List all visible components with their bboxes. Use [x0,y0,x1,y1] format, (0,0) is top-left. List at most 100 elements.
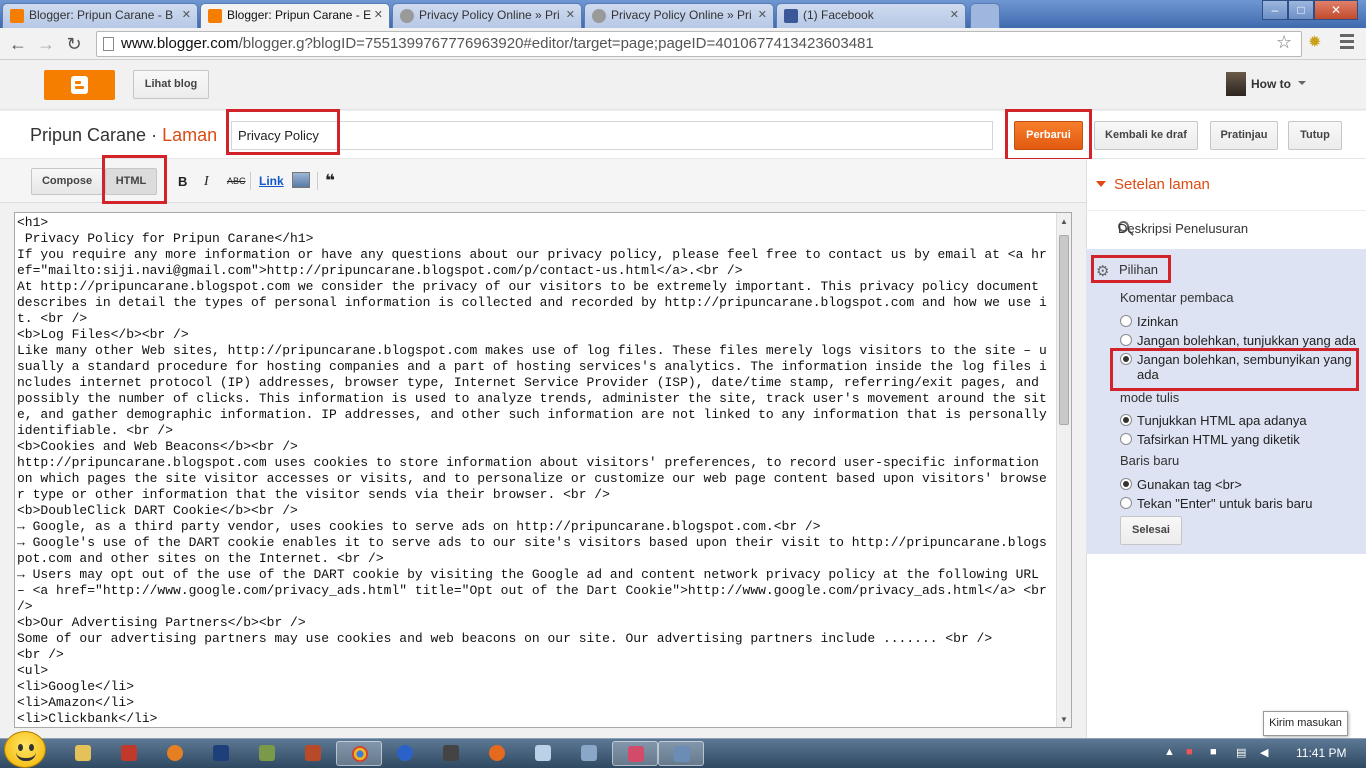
back-arrow-icon[interactable]: ← [6,33,30,55]
strikethrough-button[interactable]: ABC [227,176,246,186]
tray-expand-icon[interactable]: ▲ [1164,746,1175,758]
html-code-editor[interactable]: <h1> Privacy Policy for Pripun Carane</h… [14,212,1072,728]
toolbar-divider [250,172,251,190]
italic-button[interactable]: I [204,174,209,190]
new-tab-button[interactable] [970,3,1000,28]
taskbar-clock[interactable]: 11:41 PM [1296,746,1346,760]
gear-icon: ⚙ [1096,263,1110,280]
browser-tab-3[interactable]: Privacy Policy Online » Pri ✕ [392,3,582,28]
reload-icon[interactable]: ↻ [62,33,86,55]
done-button[interactable]: Selesai [1120,516,1182,545]
close-window-button[interactable]: ✕ [1314,0,1358,20]
caret-down-icon [1096,181,1106,187]
explorer-taskbar-icon[interactable] [60,741,106,766]
radio-show-html[interactable] [1120,414,1132,426]
compose-mode-button[interactable]: Compose [31,168,103,195]
preview-button[interactable]: Pratinjau [1210,121,1278,150]
blogger-favicon-icon [208,9,222,23]
quote-icon[interactable]: ❝ [325,171,335,191]
option-label: Gunakan tag <br> [1137,477,1242,492]
globe-favicon-icon [400,9,414,23]
volume-icon[interactable]: ◀ [1260,746,1268,759]
blogger-b-icon [71,76,88,94]
compose-mode-label: mode tulis [1120,390,1180,405]
option-label: Jangan bolehkan, tunjukkan yang ada [1137,333,1357,348]
browser-tab-5[interactable]: (1) Facebook ✕ [776,3,966,28]
send-feedback-button[interactable]: Kirim masukan [1263,711,1348,736]
scroll-up-icon[interactable]: ▲ [1060,217,1068,226]
radio-disallow-hide-comments[interactable] [1120,353,1132,365]
radio-interpret-html[interactable] [1120,433,1132,445]
option-label: Tunjukkan HTML apa adanya [1137,413,1307,428]
app-taskbar-icon[interactable] [428,741,474,766]
scroll-down-icon[interactable]: ▼ [1060,715,1068,724]
scrollbar-thumb[interactable] [1059,235,1069,425]
globe-favicon-icon [592,9,606,23]
app-taskbar-icon[interactable] [566,741,612,766]
option-label: Jangan bolehkan, sembunyikan yang ada [1137,352,1352,382]
forward-arrow-icon[interactable]: → [34,33,58,55]
page-icon [103,37,114,51]
html-code-content: <h1> Privacy Policy for Pripun Carane</h… [17,215,1047,726]
avatar [1226,72,1246,96]
link-button[interactable]: Link [259,174,284,188]
photoshop-taskbar-icon[interactable] [198,741,244,766]
browser-tab-4[interactable]: Privacy Policy Online » Pri ✕ [584,3,774,28]
close-tab-icon[interactable]: ✕ [182,8,191,21]
option-label: Tafsirkan HTML yang diketik [1137,432,1300,447]
page-title-input[interactable] [231,121,993,150]
page-title: Pripun Carane · Laman [30,125,218,145]
insert-image-icon[interactable] [292,172,310,188]
chrome-menu-icon[interactable] [1340,34,1354,52]
options-title: Pilihan [1119,262,1159,277]
close-tab-icon[interactable]: ✕ [566,8,575,21]
blogger-logo[interactable] [44,70,115,100]
app-taskbar-icon[interactable] [612,741,658,766]
radio-disallow-show-comments[interactable] [1120,334,1132,346]
search-description-row[interactable]: Deskripsi Penelusuran [1086,210,1366,248]
view-blog-button[interactable]: Lihat blog [133,70,209,99]
app-taskbar-icon[interactable] [290,741,336,766]
network-icon[interactable]: ▤ [1236,746,1246,759]
option-label: Izinkan [1137,314,1179,329]
line-breaks-label: Baris baru [1120,453,1180,468]
bold-button[interactable]: B [178,174,187,189]
maximize-window-button[interactable]: □ [1288,0,1314,20]
blogger-favicon-icon [10,9,24,23]
browser-tab-1[interactable]: Blogger: Pripun Carane - B ✕ [2,3,198,28]
close-button[interactable]: Tutup [1288,121,1342,150]
tray-app-icon[interactable]: ■ [1210,746,1217,758]
revert-to-draft-button[interactable]: Kembali ke draf [1094,121,1198,150]
chrome-taskbar-icon[interactable] [336,741,382,766]
close-tab-icon[interactable]: ✕ [950,8,959,21]
bookmark-star-icon[interactable]: ☆ [1276,32,1292,53]
app-taskbar-icon[interactable] [520,741,566,766]
facebook-favicon-icon [784,9,798,23]
app-taskbar-icon[interactable] [658,741,704,766]
close-tab-icon[interactable]: ✕ [374,8,383,21]
browser-tab-2[interactable]: Blogger: Pripun Carane - E ✕ [200,3,390,28]
firefox-taskbar-icon[interactable] [474,741,520,766]
editor-toolbar [0,159,1086,203]
page-settings-title[interactable]: Setelan laman [1096,176,1210,193]
app-taskbar-icon[interactable] [152,741,198,766]
option-label: Tekan "Enter" untuk baris baru [1137,496,1313,511]
toolbar-divider [317,172,318,190]
radio-use-br[interactable] [1120,478,1132,490]
chevron-down-icon[interactable] [1298,81,1306,85]
app-taskbar-icon[interactable] [244,741,290,766]
start-button[interactable] [4,731,46,768]
app-taskbar-icon[interactable] [106,741,152,766]
update-button[interactable]: Perbarui [1014,121,1083,150]
close-tab-icon[interactable]: ✕ [758,8,767,21]
radio-press-enter[interactable] [1120,497,1132,509]
radio-allow-comments[interactable] [1120,315,1132,327]
app-taskbar-icon[interactable] [382,741,428,766]
editor-scrollbar[interactable]: ▲ ▼ [1056,213,1071,727]
minimize-window-button[interactable]: – [1262,0,1288,20]
reader-comments-label: Komentar pembaca [1120,290,1234,305]
tray-app-icon[interactable]: ■ [1186,746,1193,758]
extension-gear-icon[interactable]: ✹ [1308,32,1321,52]
address-bar[interactable]: www.blogger.com/blogger.g?blogID=7551399… [96,31,1302,57]
html-mode-button[interactable]: HTML [105,168,157,195]
